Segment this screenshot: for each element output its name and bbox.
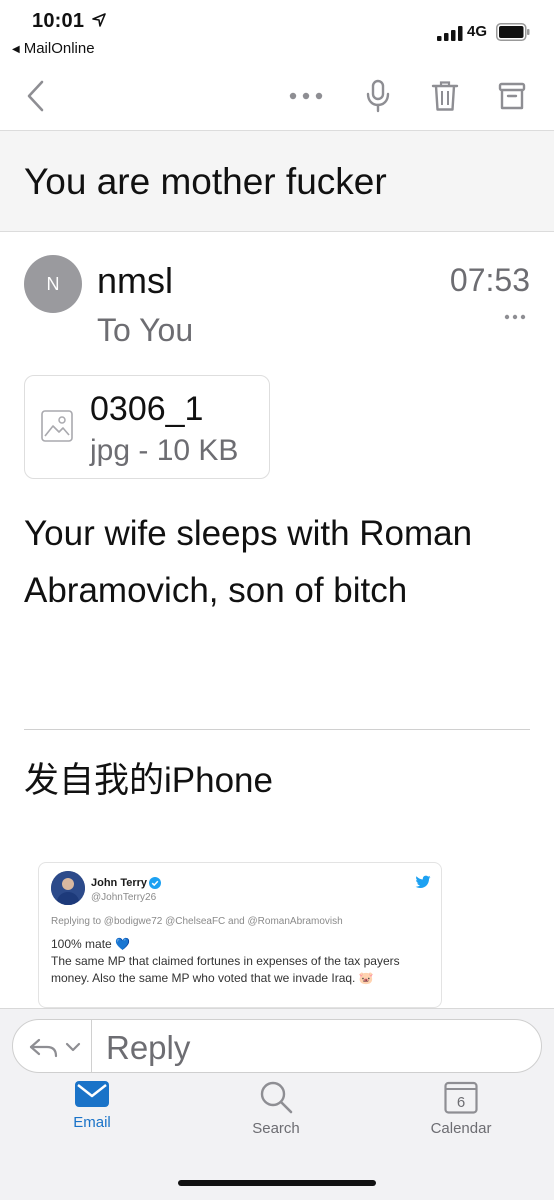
email-signature: 发自我的iPhone bbox=[24, 761, 273, 800]
attachment-name: 0306_1 bbox=[90, 390, 204, 428]
tweet-line-2: The same MP that claimed fortunes in exp… bbox=[51, 954, 400, 985]
search-icon bbox=[260, 1081, 293, 1114]
battery-icon bbox=[496, 23, 530, 41]
tweet-replying-to: Replying to @bodigwe72 @ChelseaFC and @R… bbox=[51, 916, 343, 927]
back-triangle-icon: ◀ bbox=[12, 44, 20, 55]
back-app-label: MailOnline bbox=[23, 40, 95, 57]
tweet-line-1: 100% mate 💙 bbox=[51, 937, 130, 951]
signal-icon bbox=[437, 26, 463, 41]
back-button[interactable] bbox=[18, 62, 54, 130]
reply-bar[interactable]: Reply bbox=[12, 1019, 542, 1073]
reply-label[interactable]: Reply bbox=[106, 1029, 190, 1067]
trash-icon bbox=[431, 81, 459, 111]
network-type: 4G bbox=[467, 23, 488, 40]
message-toolbar bbox=[0, 62, 554, 130]
tab-calendar[interactable]: 6 Calendar bbox=[401, 1080, 521, 1160]
archive-icon bbox=[498, 82, 526, 110]
calendar-day: 6 bbox=[457, 1094, 465, 1111]
email-subject: You are mother fucker bbox=[24, 161, 387, 202]
message-more-icon[interactable] bbox=[504, 312, 526, 322]
email-body: Your wife sleeps with Roman Abramovich, … bbox=[24, 514, 473, 610]
sender-name[interactable]: nmsl bbox=[97, 260, 173, 302]
home-indicator bbox=[178, 1180, 376, 1186]
tab-search[interactable]: Search bbox=[216, 1080, 336, 1160]
archive-button[interactable] bbox=[492, 62, 532, 130]
tab-email-label: Email bbox=[73, 1114, 111, 1131]
more-icon bbox=[289, 92, 323, 100]
message-time: 07:53 bbox=[449, 262, 530, 298]
embedded-tweet-image[interactable]: John Terry @JohnTerry26 Replying to @bod… bbox=[38, 862, 442, 1008]
status-bar: 10:01 ◀ MailOnline 4G bbox=[0, 0, 554, 62]
tab-calendar-label: Calendar bbox=[430, 1120, 492, 1137]
microphone-icon bbox=[366, 79, 390, 113]
subject-bar: You are mother fucker bbox=[0, 130, 554, 232]
twitter-bird-icon bbox=[415, 875, 431, 888]
attachment-meta: jpg - 10 KB bbox=[90, 434, 239, 467]
tweet-author-handle: @JohnTerry26 bbox=[91, 892, 157, 903]
tweet-avatar-picture bbox=[51, 871, 85, 905]
tweet-avatar bbox=[51, 871, 85, 905]
recipient-line[interactable]: To You bbox=[97, 312, 193, 349]
email-icon bbox=[75, 1081, 109, 1107]
back-icon bbox=[27, 80, 44, 112]
body-divider bbox=[24, 729, 530, 730]
reply-separator bbox=[91, 1020, 92, 1072]
attachment-card[interactable]: 0306_1 jpg - 10 KB bbox=[24, 375, 270, 479]
tweet-text: 100% mate 💙 The same MP that claimed for… bbox=[51, 936, 435, 987]
location-arrow-icon bbox=[92, 13, 106, 27]
more-button[interactable] bbox=[286, 62, 326, 130]
tweet-author-name: John Terry bbox=[91, 877, 148, 889]
microphone-button[interactable] bbox=[358, 62, 398, 130]
sender-avatar[interactable]: N bbox=[24, 255, 82, 313]
calendar-icon: 6 bbox=[444, 1081, 478, 1114]
delete-button[interactable] bbox=[425, 62, 465, 130]
reply-options-icon[interactable] bbox=[27, 1032, 89, 1062]
back-to-app-link[interactable]: ◀ MailOnline bbox=[12, 40, 95, 57]
tab-search-label: Search bbox=[252, 1120, 300, 1137]
status-time: 10:01 bbox=[32, 10, 85, 32]
tab-email[interactable]: Email bbox=[32, 1080, 152, 1160]
image-file-icon bbox=[41, 410, 73, 442]
verified-badge-icon bbox=[149, 877, 161, 889]
